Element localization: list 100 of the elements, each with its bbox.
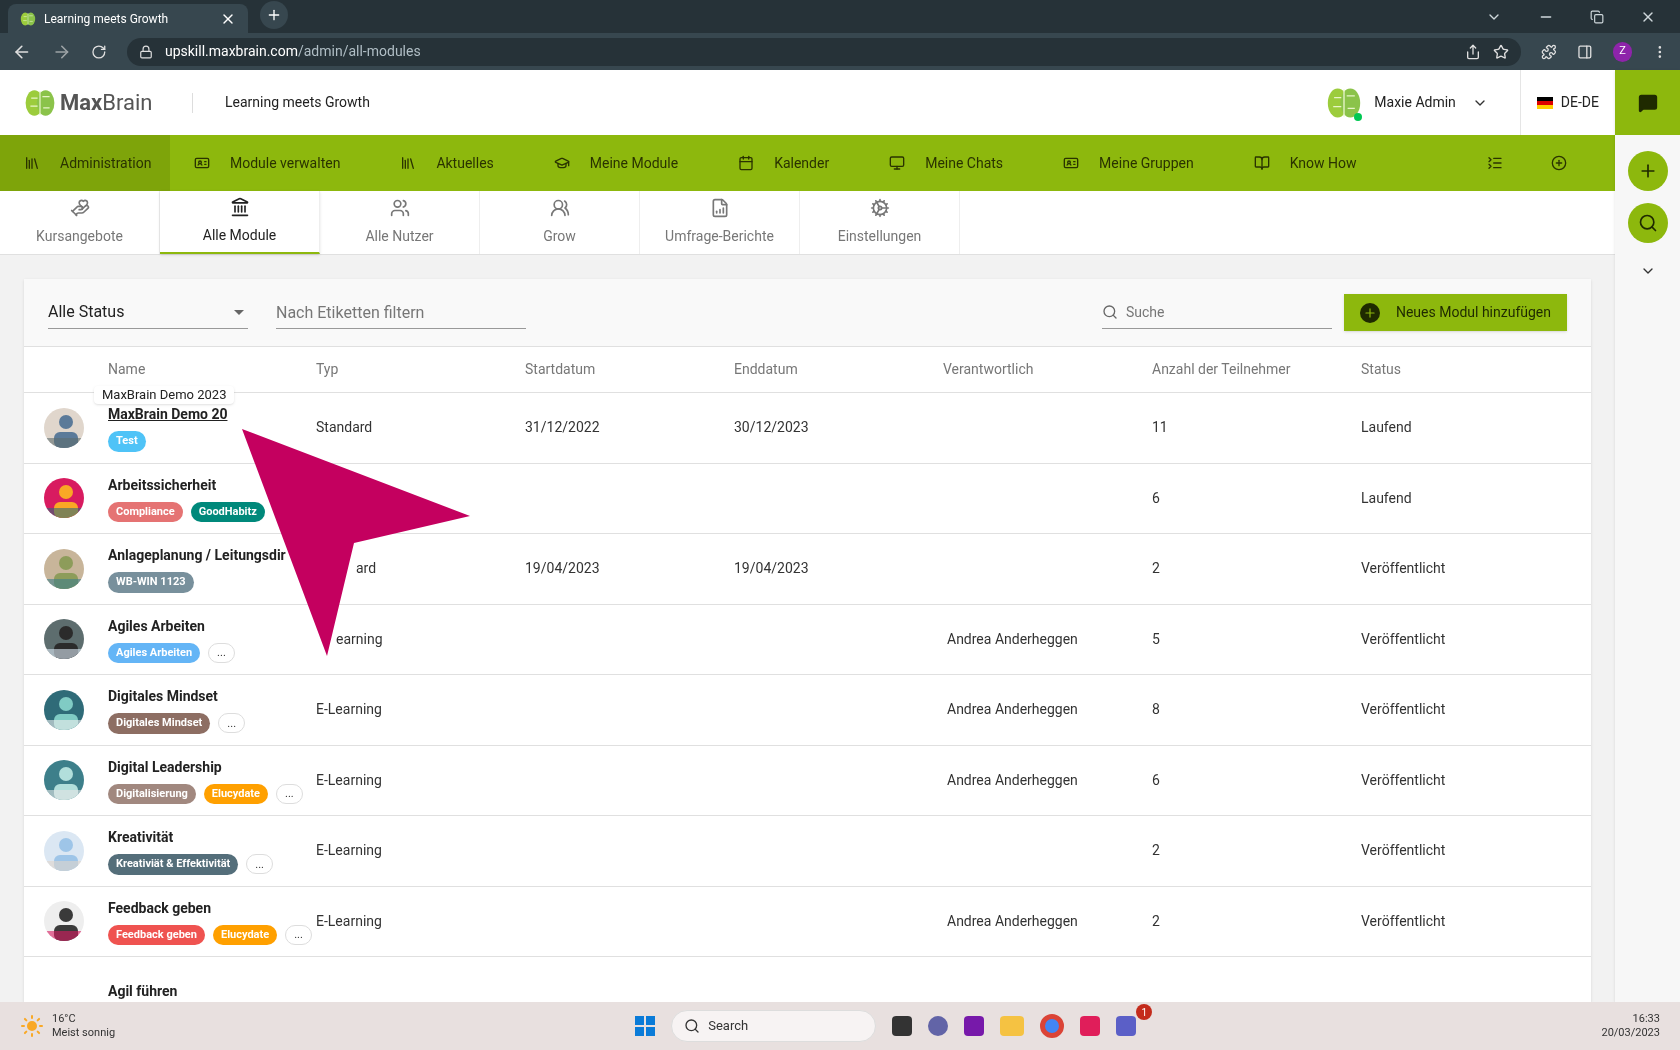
clock-date: 20/03/2023 — [1601, 1026, 1660, 1040]
monitor-icon — [889, 155, 906, 171]
notification-badge: 1 — [1136, 1004, 1153, 1020]
nav-item[interactable]: Module verwalten — [170, 135, 365, 191]
module-search-field[interactable]: Suche — [1125, 296, 1332, 328]
end-date-cell: 19/04/2023 — [734, 560, 809, 577]
status-cell: Veröffentlicht — [1361, 771, 1446, 788]
side-panel-icon[interactable] — [1576, 43, 1593, 60]
column-header[interactable]: Anzahl der Teilnehmer — [1152, 361, 1291, 377]
status-cell: Veröffentlicht — [1361, 912, 1446, 929]
owner-cell: Andrea Anderheggen — [947, 701, 1078, 718]
column-header[interactable]: Startdatum — [525, 361, 596, 377]
address-bar[interactable]: upskill.maxbrain.com/admin/all-modules — [126, 37, 1522, 66]
column-header[interactable]: Typ — [316, 361, 339, 377]
profile-avatar[interactable]: Z — [1612, 41, 1633, 62]
status-cell: Veröffentlicht — [1361, 842, 1446, 859]
language-selector[interactable]: DE-DE — [1560, 92, 1599, 113]
plus-icon — [266, 7, 282, 23]
sub-tab[interactable]: Alle Nutzer — [320, 191, 480, 254]
tag-filter-field[interactable]: Nach Etiketten filtern — [276, 296, 526, 329]
sub-tab[interactable]: Umfrage-Berichte — [640, 191, 800, 254]
type-cell: E-Learning — [316, 771, 382, 788]
type-cell: Standard — [316, 419, 373, 436]
browser-tab[interactable]: Learning meets Growth — [8, 4, 248, 33]
end-date-cell: 30/12/2023 — [734, 419, 809, 436]
module-tag: Digitalisierung — [108, 783, 196, 804]
participants-cell: 5 — [1152, 630, 1160, 647]
calendar-icon — [738, 155, 755, 171]
add-circle-icon[interactable] — [1551, 155, 1567, 171]
plus-icon — [1362, 305, 1377, 320]
restore-icon[interactable] — [1590, 10, 1604, 24]
nav-item[interactable]: Administration — [0, 135, 170, 191]
nav-item[interactable]: Aktuelles — [376, 135, 518, 191]
add-module-button[interactable]: Neues Modul hinzufügen — [1343, 294, 1567, 331]
brand-logo-text: MaxBrain — [60, 89, 153, 117]
module-name[interactable]: Digital Leadership — [108, 756, 222, 778]
nav-item[interactable]: Know How — [1229, 135, 1381, 191]
new-tab-button[interactable] — [260, 1, 288, 29]
share-icon[interactable] — [1465, 43, 1482, 60]
nav-item[interactable]: Meine Chats — [865, 135, 1028, 191]
reload-icon[interactable] — [91, 43, 107, 60]
tagline: Learning meets Growth — [225, 93, 370, 112]
taskbar-search-field[interactable]: Search — [671, 1010, 877, 1042]
participants-cell: 8 — [1152, 701, 1160, 718]
module-name[interactable]: Agiles Arbeiten — [108, 615, 205, 637]
tooltip: MaxBrain Demo 2023 — [94, 386, 235, 404]
sub-tab[interactable]: Grow — [480, 191, 640, 254]
module-tag: WB-WIN 1123 — [108, 572, 194, 593]
hand-heart-icon — [69, 198, 90, 218]
column-header[interactable]: Enddatum — [734, 361, 798, 377]
module-tag: Elucydate — [212, 924, 278, 945]
nav-item[interactable]: Kalender — [714, 135, 854, 191]
module-name[interactable]: Kreativität — [108, 827, 174, 848]
module-tag: Digitales Mindset — [108, 713, 211, 734]
module-tag: Agiles Arbeiten — [108, 642, 201, 663]
participants-cell: 11 — [1152, 419, 1168, 436]
group-icon — [549, 198, 570, 218]
library-icon — [400, 155, 417, 171]
status-dropdown[interactable]: Alle Status — [48, 296, 248, 329]
module-name[interactable]: Arbeitssicherheit — [108, 474, 217, 496]
weather-text: Meist sonnig — [52, 1026, 116, 1040]
type-cell: E-Learning — [316, 842, 382, 859]
column-header[interactable]: Status — [1361, 361, 1402, 377]
bank-icon — [229, 197, 250, 217]
module-tag: Elucydate — [203, 783, 269, 804]
module-name[interactable]: MaxBrain Demo 20 — [108, 404, 228, 425]
module-name[interactable]: Anlageplanung / Leitungsdir — [108, 545, 286, 566]
sub-tab[interactable]: Einstellungen — [800, 191, 960, 254]
add-button[interactable] — [1627, 151, 1668, 191]
chat-button[interactable] — [1615, 70, 1680, 135]
column-header[interactable]: Verantwortlich — [943, 361, 1034, 377]
type-cell: E-Learning — [316, 701, 382, 718]
book-icon — [1253, 155, 1270, 171]
nav-item[interactable]: Meine Gruppen — [1039, 135, 1218, 191]
sub-tab[interactable]: Alle Module — [160, 191, 320, 254]
bookmark-star-icon[interactable] — [1493, 43, 1510, 60]
users-icon — [389, 198, 410, 218]
module-name[interactable]: Feedback geben — [108, 897, 211, 919]
search-button[interactable] — [1627, 203, 1668, 243]
status-cell: Veröffentlicht — [1361, 560, 1446, 577]
extensions-icon[interactable] — [1541, 43, 1557, 60]
start-date-cell: 31/12/2022 — [525, 419, 600, 436]
column-header[interactable]: Name — [108, 361, 146, 377]
nav-item[interactable]: Meine Module — [529, 135, 703, 191]
start-date-cell: 19/04/2023 — [525, 560, 600, 577]
lock-icon — [138, 44, 153, 59]
type-cell: earning — [336, 630, 383, 647]
collapse-menu-icon[interactable] — [1487, 155, 1503, 171]
url-text: upskill.maxbrain.com/admin/all-modules — [164, 42, 422, 61]
module-name[interactable]: Agil führen — [108, 981, 178, 1003]
participants-cell: 6 — [1152, 489, 1160, 506]
sub-tab[interactable]: Kursangebote — [0, 191, 160, 254]
id-card-icon — [194, 155, 210, 171]
module-name[interactable]: Digitales Mindset — [108, 686, 218, 707]
user-name[interactable]: Maxie Admin — [1374, 92, 1456, 113]
windows-start-icon[interactable] — [635, 1016, 656, 1036]
owner-cell: Andrea Anderheggen — [947, 771, 1078, 788]
status-cell: Laufend — [1361, 489, 1412, 506]
module-tag: Feedback geben — [108, 924, 205, 945]
participants-cell: 2 — [1152, 912, 1160, 929]
